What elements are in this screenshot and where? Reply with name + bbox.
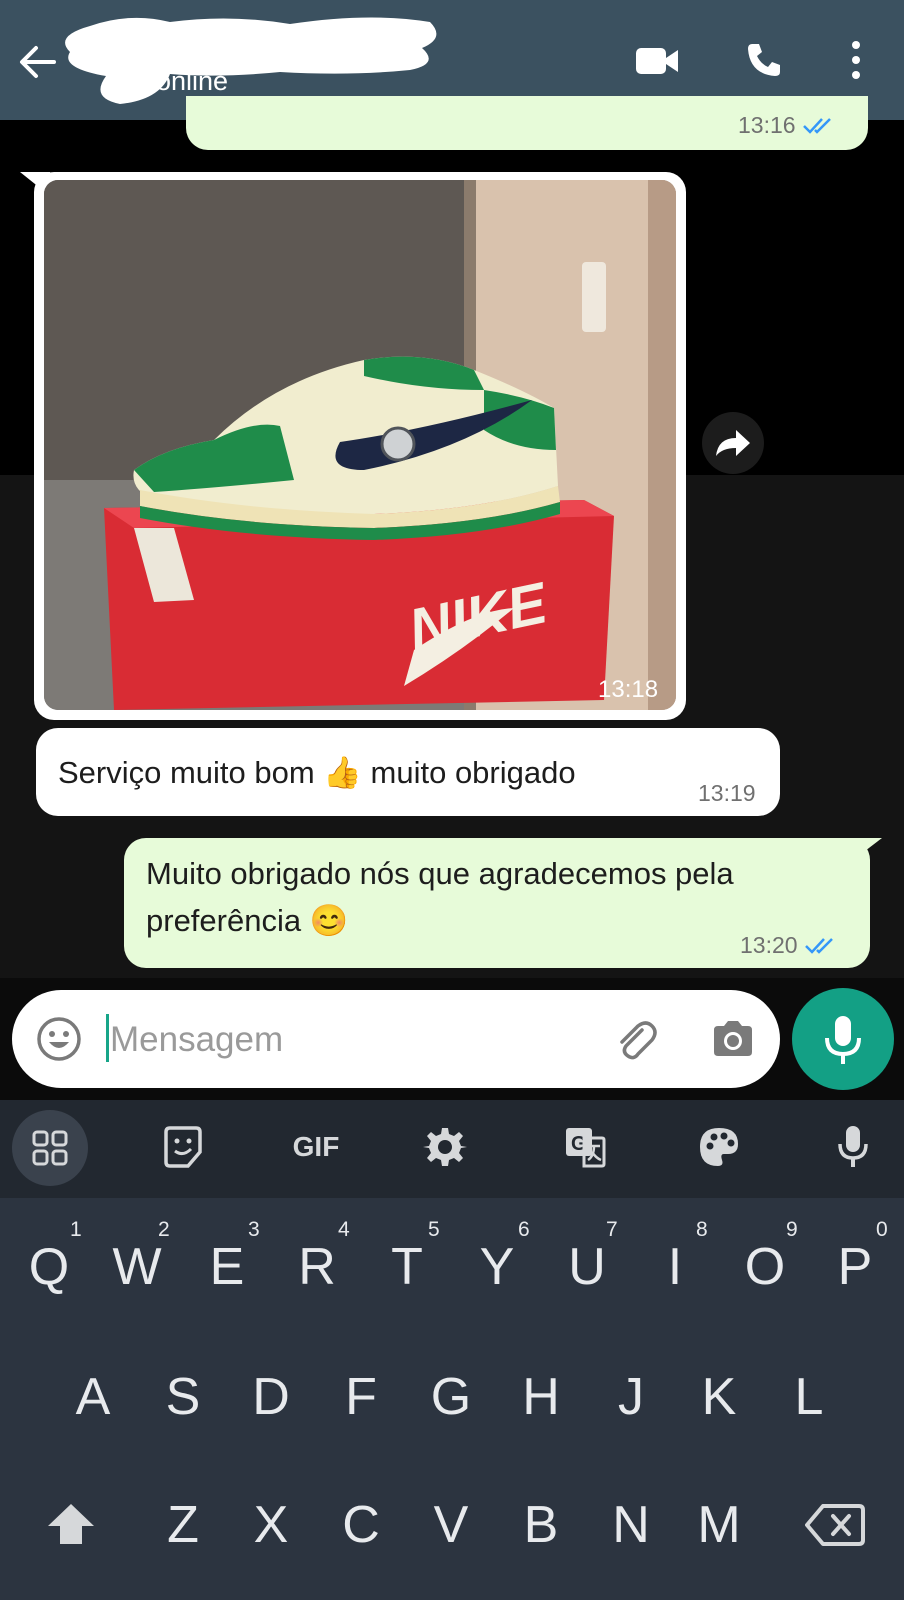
key-l[interactable]: L — [774, 1352, 844, 1442]
key-hint: 5 — [428, 1218, 440, 1241]
key-x[interactable]: X — [236, 1480, 306, 1570]
emoji-icon[interactable] — [34, 1014, 84, 1064]
microphone-icon — [838, 1126, 868, 1167]
shift-key[interactable] — [36, 1480, 106, 1570]
key-hint: 9 — [786, 1218, 798, 1241]
attachment-clip-icon[interactable] — [612, 1016, 658, 1062]
sticker-button[interactable] — [158, 1122, 208, 1172]
voice-typing-button[interactable] — [828, 1122, 878, 1172]
message-input[interactable] — [110, 1018, 530, 1062]
forward-icon — [716, 430, 750, 456]
sticker-icon — [164, 1126, 202, 1168]
key-hint: 7 — [606, 1218, 618, 1241]
key-hint: 2 — [158, 1218, 170, 1241]
key-h[interactable]: H — [506, 1352, 576, 1442]
phone-call-icon[interactable] — [744, 40, 784, 80]
sneaker-photo[interactable]: NIKE — [44, 180, 676, 710]
image-time: 13:18 — [598, 676, 659, 703]
key-n[interactable]: N — [596, 1480, 666, 1570]
camera-icon[interactable] — [710, 1018, 756, 1060]
backspace-icon — [805, 1504, 865, 1546]
key-hint: 4 — [338, 1218, 350, 1241]
backspace-key[interactable] — [800, 1480, 870, 1570]
message-time: 13:16 — [738, 112, 796, 138]
palette-icon — [700, 1128, 738, 1166]
read-receipt-icon — [802, 117, 831, 134]
message-text-line: Muito obrigado nós que agradecemos pela — [146, 856, 734, 891]
key-hint: 6 — [518, 1218, 530, 1241]
key-s[interactable]: S — [148, 1352, 218, 1442]
key-c[interactable]: C — [326, 1480, 396, 1570]
video-call-icon[interactable] — [634, 44, 680, 78]
shift-icon — [48, 1504, 94, 1544]
translate-button[interactable]: G — [560, 1122, 610, 1172]
key-d[interactable]: D — [236, 1352, 306, 1442]
read-receipt-icon — [804, 937, 833, 954]
key-g[interactable]: G — [416, 1352, 486, 1442]
key-m[interactable]: M — [684, 1480, 754, 1570]
text-cursor — [106, 1014, 109, 1062]
translate-icon: G — [566, 1128, 606, 1168]
key-v[interactable]: V — [416, 1480, 486, 1570]
key-f[interactable]: F — [326, 1352, 396, 1442]
settings-button[interactable] — [420, 1122, 470, 1172]
message-text-line: preferência 😊 — [146, 903, 349, 938]
message-text: Serviço muito bom 👍 muito obrigado — [58, 755, 576, 790]
key-a[interactable]: A — [58, 1352, 128, 1442]
key-z[interactable]: Z — [148, 1480, 218, 1570]
contact-status: online — [156, 66, 229, 96]
voice-message-button[interactable] — [792, 988, 894, 1090]
grid-icon — [32, 1130, 68, 1166]
forward-button[interactable] — [702, 412, 764, 474]
key-hint: 3 — [248, 1218, 260, 1241]
keyboard-apps-button[interactable] — [12, 1110, 88, 1186]
key-hint: 8 — [696, 1218, 708, 1241]
key-j[interactable]: J — [596, 1352, 666, 1442]
gif-button[interactable]: GIF — [286, 1122, 346, 1172]
message-meta: 13:20 — [740, 932, 838, 959]
gear-icon — [423, 1128, 467, 1166]
key-hint: 1 — [70, 1218, 82, 1241]
message-time: 13:19 — [698, 780, 756, 806]
key-k[interactable]: K — [684, 1352, 754, 1442]
key-b[interactable]: B — [506, 1480, 576, 1570]
more-options-icon[interactable] — [846, 38, 866, 82]
message-time: 13:20 — [740, 932, 798, 958]
redacted-contact-name — [65, 17, 437, 104]
theme-button[interactable] — [694, 1122, 744, 1172]
message-meta: 13:16 — [738, 112, 836, 139]
microphone-icon — [825, 1016, 861, 1064]
key-hint: 0 — [876, 1218, 888, 1241]
